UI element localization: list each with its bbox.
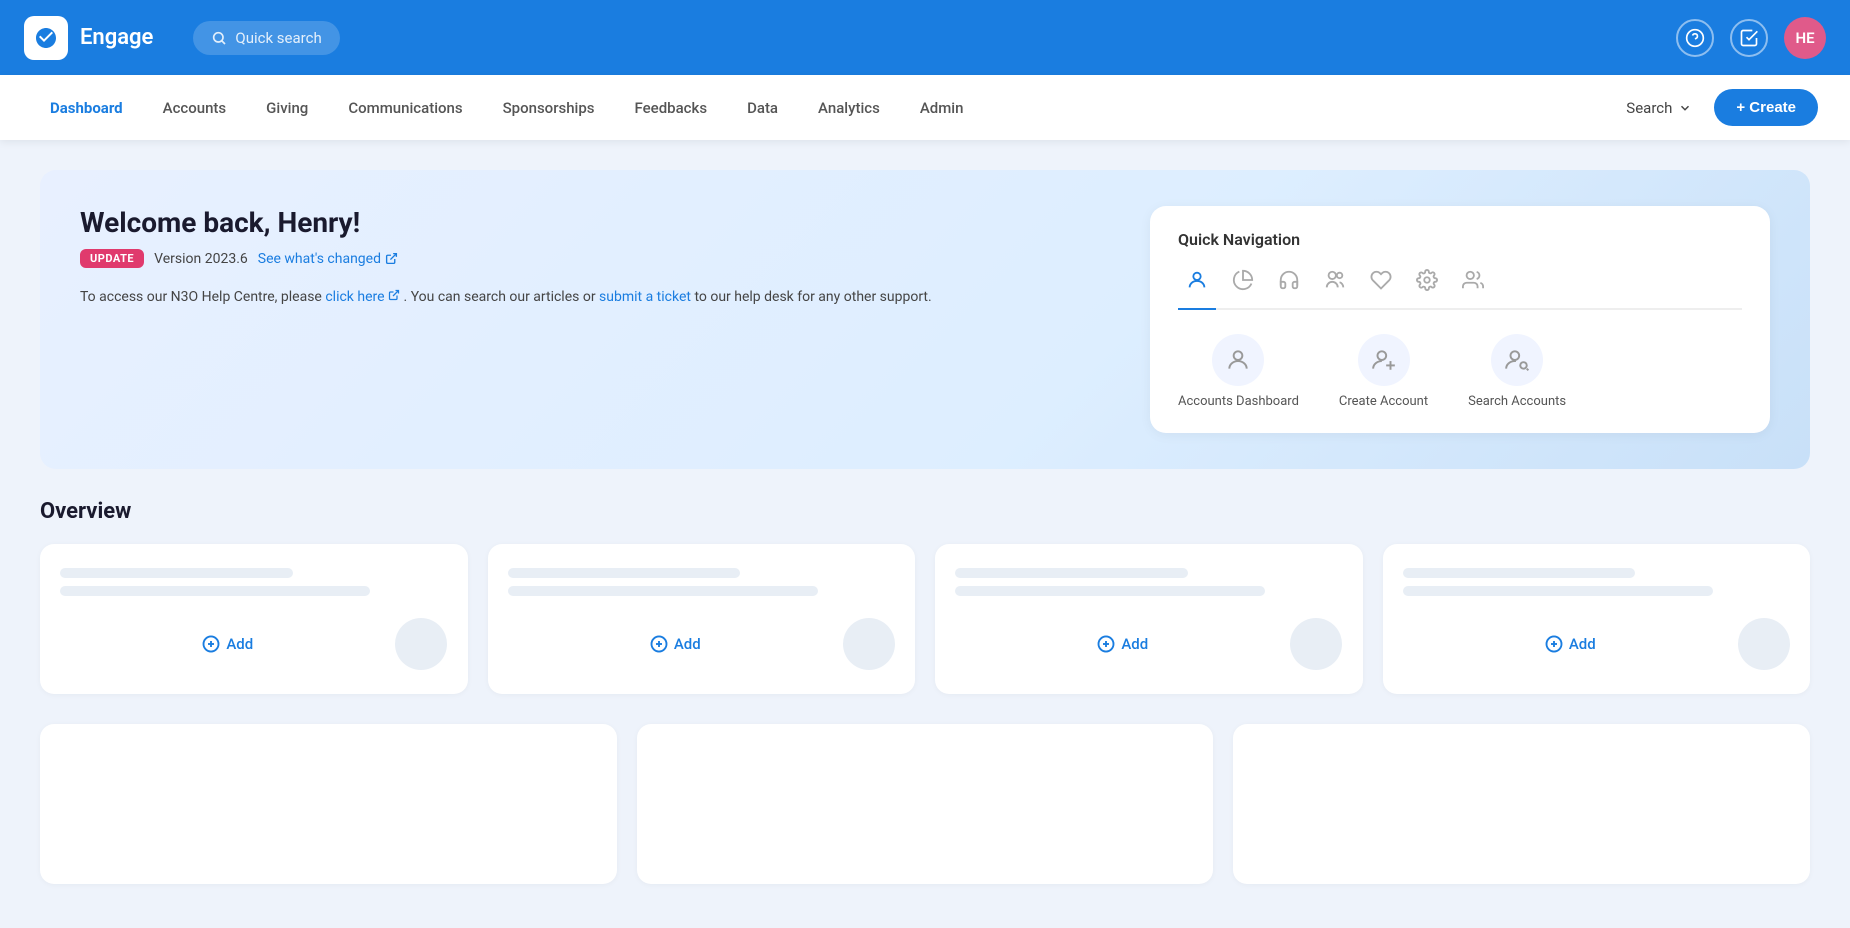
- card-add-button-3[interactable]: Add: [1097, 635, 1148, 653]
- card-add-button-1[interactable]: Add: [202, 635, 253, 653]
- click-here-link[interactable]: click here: [325, 289, 388, 305]
- quick-nav-items: Accounts Dashboard Create Account Search…: [1178, 334, 1742, 409]
- help-text-prefix: To access our N3O Help Centre, please: [80, 289, 322, 305]
- qn-item-create-account[interactable]: Create Account: [1339, 334, 1428, 409]
- help-text: To access our N3O Help Centre, please cl…: [80, 286, 1120, 308]
- overview-title: Overview: [40, 499, 1810, 524]
- qn-tab-feedbacks[interactable]: [1362, 265, 1400, 310]
- skeleton-line: [508, 586, 818, 596]
- qn-tab-accounts[interactable]: [1178, 265, 1216, 310]
- skeleton-line: [60, 568, 293, 578]
- quick-search-placeholder: Quick search: [235, 29, 321, 47]
- nav-search-button[interactable]: Search: [1616, 93, 1702, 123]
- nav-item-accounts[interactable]: Accounts: [145, 91, 245, 125]
- nav-menu: Dashboard Accounts Giving Communications…: [32, 91, 1616, 125]
- skeleton-line: [955, 586, 1265, 596]
- search-accounts-icon: [1491, 334, 1543, 386]
- nav-item-analytics[interactable]: Analytics: [800, 91, 898, 125]
- nav-item-giving[interactable]: Giving: [248, 91, 326, 125]
- lower-card-1: [40, 724, 617, 884]
- quick-search-input[interactable]: Quick search: [193, 21, 339, 55]
- skeleton-line: [508, 568, 741, 578]
- nav-item-dashboard[interactable]: Dashboard: [32, 91, 141, 125]
- card-avatar-2: [843, 618, 895, 670]
- qn-item-search-accounts[interactable]: Search Accounts: [1468, 334, 1566, 409]
- accounts-dashboard-label: Accounts Dashboard: [1178, 394, 1299, 409]
- overview-card-1: Add: [40, 544, 468, 694]
- overview-cards: Add Add: [40, 544, 1810, 694]
- update-badge: UPDATE: [80, 249, 144, 268]
- update-badge-row: UPDATE Version 2023.6 See what's changed: [80, 249, 1120, 268]
- skeleton-line: [1403, 586, 1713, 596]
- topbar-actions: HE: [1676, 17, 1826, 59]
- topbar: Engage Quick search HE: [0, 0, 1850, 75]
- create-account-label: Create Account: [1339, 394, 1428, 409]
- lower-card-3: [1233, 724, 1810, 884]
- quick-nav-title: Quick Navigation: [1178, 230, 1742, 249]
- skeleton-line: [955, 568, 1188, 578]
- card-add-row: Add: [508, 618, 896, 670]
- navbar: Dashboard Accounts Giving Communications…: [0, 75, 1850, 140]
- main-content: Welcome back, Henry! UPDATE Version 2023…: [0, 140, 1850, 928]
- overview-section: Overview Add: [40, 499, 1810, 884]
- app-brand-label: Engage: [80, 25, 153, 50]
- lower-cards-row: [40, 724, 1810, 884]
- help-text-mid: . You can search our articles or: [404, 289, 596, 305]
- user-avatar[interactable]: HE: [1784, 17, 1826, 59]
- submit-ticket-link[interactable]: submit a ticket: [599, 289, 694, 305]
- app-logo[interactable]: [24, 16, 68, 60]
- welcome-left: Welcome back, Henry! UPDATE Version 2023…: [80, 206, 1120, 433]
- nav-item-sponsorships[interactable]: Sponsorships: [485, 91, 613, 125]
- overview-card-3: Add: [935, 544, 1363, 694]
- skeleton-line: [60, 586, 370, 596]
- overview-card-2: Add: [488, 544, 916, 694]
- card-avatar-3: [1290, 618, 1342, 670]
- card-add-row: Add: [1403, 618, 1791, 670]
- welcome-section: Welcome back, Henry! UPDATE Version 2023…: [40, 170, 1810, 469]
- create-button[interactable]: + Create: [1714, 89, 1818, 126]
- create-account-icon: [1358, 334, 1410, 386]
- lower-card-2: [637, 724, 1214, 884]
- nav-item-communications[interactable]: Communications: [330, 91, 480, 125]
- accounts-dashboard-icon: [1212, 334, 1264, 386]
- nav-right-actions: Search + Create: [1616, 89, 1818, 126]
- notifications-button[interactable]: [1730, 19, 1768, 57]
- qn-tab-admin[interactable]: [1454, 265, 1492, 310]
- qn-tab-giving[interactable]: [1224, 265, 1262, 310]
- card-add-button-4[interactable]: Add: [1545, 635, 1596, 653]
- skeleton-line: [1403, 568, 1636, 578]
- version-text: Version 2023.6: [154, 251, 248, 267]
- nav-item-feedbacks[interactable]: Feedbacks: [617, 91, 726, 125]
- nav-item-data[interactable]: Data: [729, 91, 796, 125]
- help-button[interactable]: [1676, 19, 1714, 57]
- nav-item-admin[interactable]: Admin: [902, 91, 982, 125]
- see-changes-label: See what's changed: [258, 251, 381, 267]
- see-changes-link[interactable]: See what's changed: [258, 251, 398, 267]
- qn-item-accounts-dashboard[interactable]: Accounts Dashboard: [1178, 334, 1299, 409]
- overview-card-4: Add: [1383, 544, 1811, 694]
- qn-tab-comms[interactable]: [1270, 265, 1308, 310]
- search-accounts-label: Search Accounts: [1468, 394, 1566, 409]
- create-button-label: + Create: [1736, 99, 1796, 116]
- nav-search-label: Search: [1626, 99, 1672, 117]
- card-avatar-4: [1738, 618, 1790, 670]
- qn-tab-settings[interactable]: [1408, 265, 1446, 310]
- card-add-row: Add: [60, 618, 448, 670]
- quick-nav-panel: Quick Navigation: [1150, 206, 1770, 433]
- help-text-suffix: to our help desk for any other support.: [694, 289, 931, 305]
- card-add-row: Add: [955, 618, 1343, 670]
- card-add-button-2[interactable]: Add: [650, 635, 701, 653]
- qn-tab-sponsorships[interactable]: [1316, 265, 1354, 310]
- welcome-title: Welcome back, Henry!: [80, 206, 1120, 239]
- quick-nav-tabs: [1178, 265, 1742, 310]
- card-avatar-1: [395, 618, 447, 670]
